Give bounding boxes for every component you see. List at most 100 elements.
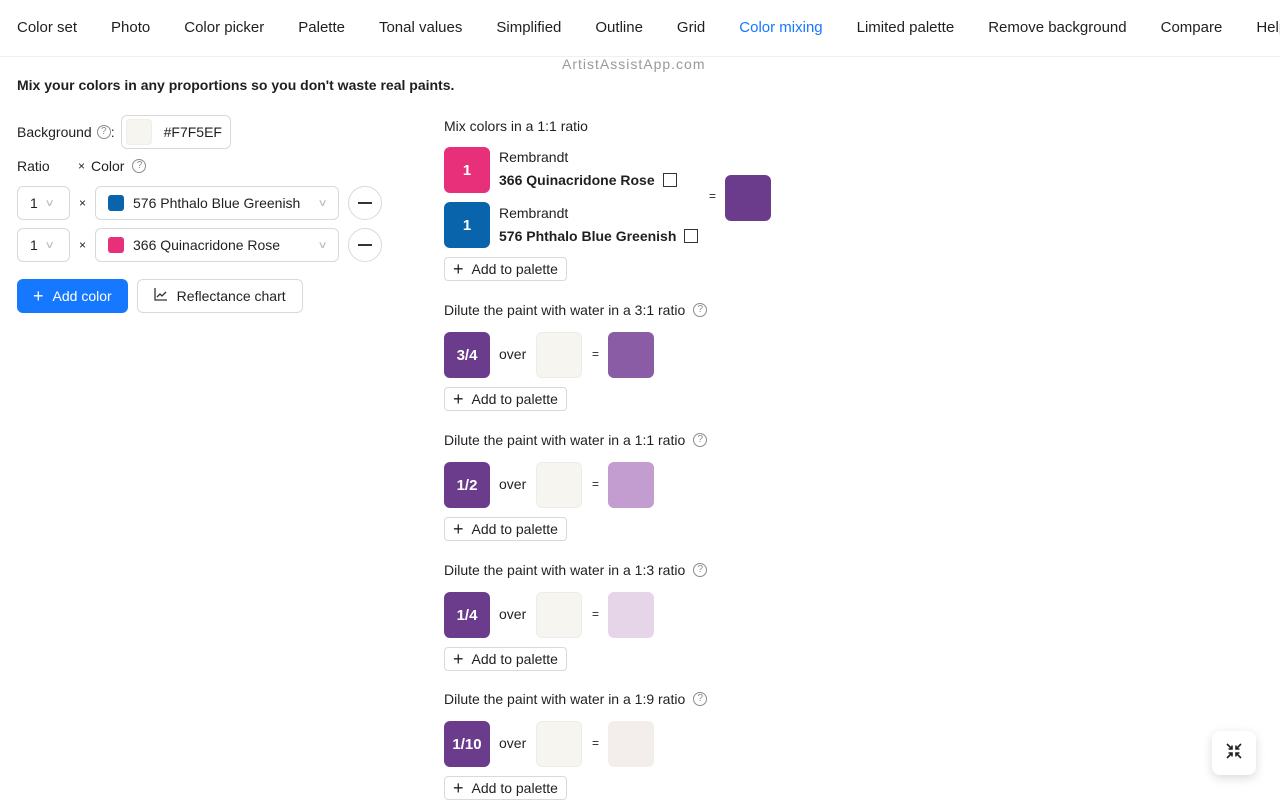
add-to-palette-label: Add to palette xyxy=(471,521,558,537)
plus-icon: + xyxy=(33,285,44,306)
background-swatch xyxy=(125,119,152,145)
color-select[interactable]: 576 Phthalo Blue Greenish ∨ xyxy=(95,186,339,220)
dilution-title: Dilute the paint with water in a 1:3 rat… xyxy=(444,562,708,578)
tab-outline[interactable]: Outline xyxy=(595,0,643,56)
compress-icon xyxy=(1225,742,1243,765)
paint-brand: Rembrandt xyxy=(499,205,569,221)
paint-swatch: 1 xyxy=(444,202,490,248)
help-icon[interactable]: ? xyxy=(693,563,708,577)
dilution-paint-swatch: 3/4 xyxy=(444,332,490,378)
ratio-select[interactable]: 1 ∨ xyxy=(17,228,70,262)
chevron-down-icon: ∨ xyxy=(44,197,55,209)
plus-icon: + xyxy=(453,519,464,539)
equals-sign: = xyxy=(592,736,600,750)
tab-color-mixing[interactable]: Color mixing xyxy=(722,0,841,56)
background-color-picker[interactable]: #F7F5EF xyxy=(120,115,231,149)
action-buttons: + Add color Reflectance chart xyxy=(17,279,303,313)
equals-sign: = xyxy=(592,347,600,361)
tab-grid[interactable]: Grid xyxy=(677,0,705,56)
chevron-down-icon: ∨ xyxy=(44,239,55,251)
remove-color-button[interactable] xyxy=(348,186,382,220)
color-swatch xyxy=(108,237,124,253)
dilution-result-swatch xyxy=(608,462,654,508)
help-icon[interactable]: ? xyxy=(693,433,708,447)
ratio-value: 1 xyxy=(30,237,38,253)
help-icon[interactable]: ? xyxy=(132,159,147,173)
dilution-paint-swatch: 1/10 xyxy=(444,721,490,767)
add-color-button[interactable]: + Add color xyxy=(17,279,128,313)
ratio-value: 1 xyxy=(30,195,38,211)
paint-name-text: 576 Phthalo Blue Greenish xyxy=(499,228,677,244)
tab-simplified[interactable]: Simplified xyxy=(496,0,561,56)
help-icon[interactable]: ? xyxy=(693,303,708,317)
ratio-header: Ratio xyxy=(17,158,50,174)
background-hex: #F7F5EF xyxy=(163,124,222,140)
dilution-title: Dilute the paint with water in a 3:1 rat… xyxy=(444,302,708,318)
add-to-palette-button[interactable]: + Add to palette xyxy=(444,517,567,541)
times-header: × xyxy=(78,159,86,173)
paint-swatch: 1 xyxy=(444,147,490,193)
add-to-palette-button[interactable]: + Add to palette xyxy=(444,776,567,800)
dilution-result-swatch xyxy=(608,592,654,638)
dilution-result-swatch xyxy=(608,721,654,767)
add-to-palette-label: Add to palette xyxy=(471,391,558,407)
over-label: over xyxy=(499,735,527,751)
add-to-palette-button[interactable]: + Add to palette xyxy=(444,647,567,671)
tab-help[interactable]: Help xyxy=(1256,0,1280,56)
tab-tonal-values[interactable]: Tonal values xyxy=(379,0,462,56)
background-swatch xyxy=(536,332,582,378)
chevron-down-icon: ∨ xyxy=(317,197,328,209)
watermark: ArtistAssistApp.com xyxy=(562,56,706,72)
help-icon[interactable]: ? xyxy=(96,125,111,139)
add-to-palette-button[interactable]: + Add to palette xyxy=(444,387,567,411)
tab-limited-palette[interactable]: Limited palette xyxy=(857,0,955,56)
times-sign: × xyxy=(78,196,86,210)
equals-sign: = xyxy=(709,189,717,203)
fullscreen-exit-button[interactable] xyxy=(1212,731,1256,775)
tab-color-picker[interactable]: Color picker xyxy=(184,0,264,56)
color-select[interactable]: 366 Quinacridone Rose ∨ xyxy=(95,228,339,262)
paint-checkbox[interactable] xyxy=(684,229,699,243)
background-colon: : xyxy=(110,124,115,140)
tab-palette[interactable]: Palette xyxy=(298,0,345,56)
chevron-down-icon: ∨ xyxy=(317,239,328,251)
dilution-title-text: Dilute the paint with water in a 1:3 rat… xyxy=(444,562,686,578)
background-row: Background ? : #F7F5EF xyxy=(17,115,231,149)
dilution-paint-swatch: 1/2 xyxy=(444,462,490,508)
tab-color-set[interactable]: Color set xyxy=(17,0,77,56)
reflectance-chart-label: Reflectance chart xyxy=(176,288,286,304)
background-label: Background xyxy=(17,124,92,140)
mix-title: Mix colors in a 1:1 ratio xyxy=(444,118,588,134)
background-swatch xyxy=(536,462,582,508)
color-swatch xyxy=(108,195,124,211)
remove-color-button[interactable] xyxy=(348,228,382,262)
ratio-select[interactable]: 1 ∨ xyxy=(17,186,70,220)
dilution-title: Dilute the paint with water in a 1:9 rat… xyxy=(444,691,708,707)
equals-sign: = xyxy=(592,607,600,621)
plus-icon: + xyxy=(453,259,464,279)
line-chart-icon xyxy=(154,287,168,306)
mix-row: 1 ∨ × 366 Quinacridone Rose ∨ xyxy=(17,228,382,262)
plus-icon: + xyxy=(453,649,464,669)
paint-name: 576 Phthalo Blue Greenish xyxy=(499,228,699,244)
tab-bar: Color set Photo Color picker Palette Ton… xyxy=(0,0,1280,57)
paint-name-text: 366 Quinacridone Rose xyxy=(499,172,655,188)
tab-photo[interactable]: Photo xyxy=(111,0,150,56)
equals-sign: = xyxy=(592,477,600,491)
add-to-palette-button[interactable]: + Add to palette xyxy=(444,257,567,281)
add-to-palette-label: Add to palette xyxy=(471,261,558,277)
color-name: 576 Phthalo Blue Greenish xyxy=(133,195,301,211)
mix-row: 1 ∨ × 576 Phthalo Blue Greenish ∨ xyxy=(17,186,382,220)
dilution-title-text: Dilute the paint with water in a 3:1 rat… xyxy=(444,302,686,318)
tab-remove-background[interactable]: Remove background xyxy=(988,0,1126,56)
paint-name: 366 Quinacridone Rose xyxy=(499,172,677,188)
paint-checkbox[interactable] xyxy=(662,173,677,187)
help-icon[interactable]: ? xyxy=(693,692,708,706)
reflectance-chart-button[interactable]: Reflectance chart xyxy=(136,279,303,313)
add-to-palette-label: Add to palette xyxy=(471,651,558,667)
intro-text: Mix your colors in any proportions so yo… xyxy=(17,77,455,93)
tab-compare[interactable]: Compare xyxy=(1161,0,1223,56)
plus-icon: + xyxy=(453,778,464,798)
mix-table-header: Ratio × Color ? xyxy=(17,158,147,174)
background-swatch xyxy=(536,721,582,767)
